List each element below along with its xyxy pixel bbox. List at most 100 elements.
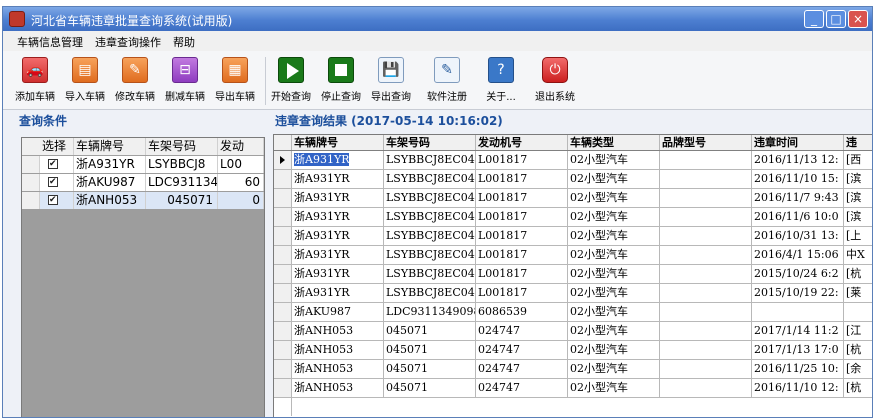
result-location[interactable]: [上 bbox=[844, 227, 872, 245]
result-type[interactable]: 02小型汽车 bbox=[568, 284, 660, 302]
result-plate[interactable]: 浙A931YR bbox=[292, 151, 384, 169]
result-brand[interactable] bbox=[660, 227, 752, 245]
result-plate[interactable]: 浙A931YR bbox=[292, 284, 384, 302]
result-engine[interactable]: L001817 bbox=[476, 189, 568, 207]
result-type[interactable]: 02小型汽车 bbox=[568, 322, 660, 340]
stop-query-button[interactable]: 停止查询 bbox=[319, 55, 363, 107]
result-engine[interactable]: L001817 bbox=[476, 227, 568, 245]
result-type[interactable]: 02小型汽车 bbox=[568, 227, 660, 245]
title-bar[interactable]: 河北省车辆违章批量查询系统(试用版) _ □ × bbox=[3, 7, 872, 31]
col-plate[interactable]: 车辆牌号 bbox=[292, 135, 384, 150]
result-type[interactable]: 02小型汽车 bbox=[568, 151, 660, 169]
result-time[interactable]: 2015/10/19 22: bbox=[752, 284, 844, 302]
menu-query-ops[interactable]: 违章查询操作 bbox=[95, 34, 161, 50]
result-frame[interactable]: LSYBBCJ8EC045 bbox=[384, 151, 476, 169]
col-select[interactable]: 选择 bbox=[40, 138, 74, 155]
result-row[interactable]: 浙A931YR LSYBBCJ8EC045 L001817 02小型汽车 2016/10… bbox=[274, 227, 872, 246]
result-plate[interactable]: 浙A931YR bbox=[292, 170, 384, 188]
result-row[interactable]: 浙A931YR LSYBBCJ8EC045 L001817 02小型汽车 2015/10… bbox=[274, 265, 872, 284]
result-frame[interactable]: LDC93113490988 bbox=[384, 303, 476, 321]
result-frame[interactable]: LSYBBCJ8EC045 bbox=[384, 284, 476, 302]
result-brand[interactable] bbox=[660, 303, 752, 321]
result-type[interactable]: 02小型汽车 bbox=[568, 246, 660, 264]
result-type[interactable]: 02小型汽车 bbox=[568, 303, 660, 321]
result-brand[interactable] bbox=[660, 151, 752, 169]
result-location[interactable]: [杭 bbox=[844, 265, 872, 283]
result-frame[interactable]: LSYBBCJ8EC045 bbox=[384, 208, 476, 226]
results-grid[interactable]: 车辆牌号 车架号码 发动机号 车辆类型 品牌型号 违章时间 违 浙A931YR L… bbox=[273, 134, 872, 417]
result-frame[interactable]: LSYBBCJ8EC045 bbox=[384, 246, 476, 264]
result-time[interactable]: 2016/11/7 9:43 bbox=[752, 189, 844, 207]
result-plate[interactable]: 浙ANH053 bbox=[292, 341, 384, 359]
result-brand[interactable] bbox=[660, 170, 752, 188]
col-engine[interactable]: 发动 bbox=[218, 138, 264, 155]
vehicle-checkbox[interactable] bbox=[40, 156, 74, 173]
result-location[interactable]: [滨 bbox=[844, 189, 872, 207]
result-engine[interactable]: L001817 bbox=[476, 208, 568, 226]
menu-help[interactable]: 帮助 bbox=[173, 34, 195, 50]
about-button[interactable]: ? 关于... bbox=[479, 55, 523, 107]
result-frame[interactable]: 045071 bbox=[384, 379, 476, 397]
col-brand[interactable]: 品牌型号 bbox=[660, 135, 752, 150]
result-type[interactable]: 02小型汽车 bbox=[568, 265, 660, 283]
vehicle-checkbox[interactable] bbox=[40, 174, 74, 191]
result-time[interactable]: 2016/4/1 15:06 bbox=[752, 246, 844, 264]
close-button[interactable]: × bbox=[848, 10, 868, 28]
result-engine[interactable]: 024747 bbox=[476, 379, 568, 397]
register-button[interactable]: ✎ 软件注册 bbox=[423, 55, 471, 107]
add-car-button[interactable]: 🚗 添加车辆 bbox=[13, 55, 57, 107]
result-row[interactable]: 浙A931YR LSYBBCJ8EC045 L001817 02小型汽车 2016/4/… bbox=[274, 246, 872, 265]
result-frame[interactable]: LSYBBCJ8EC045 bbox=[384, 227, 476, 245]
result-row[interactable]: 浙AKU987 LDC931134909886086539 02小型汽车 bbox=[274, 303, 872, 322]
result-row[interactable]: 浙A931YR LSYBBCJ8EC045 L001817 02小型汽车 2016/11… bbox=[274, 208, 872, 227]
result-plate[interactable]: 浙A931YR bbox=[292, 227, 384, 245]
result-row[interactable]: 浙A931YR LSYBBCJ8EC045 L001817 02小型汽车 2016/11… bbox=[274, 151, 872, 170]
col-frame[interactable]: 车架号码 bbox=[146, 138, 218, 155]
delete-car-button[interactable]: ⊟ 删减车辆 bbox=[163, 55, 207, 107]
result-engine[interactable]: L001817 bbox=[476, 284, 568, 302]
result-engine[interactable]: 024747 bbox=[476, 341, 568, 359]
result-engine[interactable]: L001817 bbox=[476, 170, 568, 188]
result-plate[interactable]: 浙AKU987 bbox=[292, 303, 384, 321]
edit-car-button[interactable]: ✎ 修改车辆 bbox=[113, 55, 157, 107]
result-plate[interactable]: 浙A931YR bbox=[292, 189, 384, 207]
result-frame[interactable]: 045071 bbox=[384, 360, 476, 378]
result-type[interactable]: 02小型汽车 bbox=[568, 208, 660, 226]
result-type[interactable]: 02小型汽车 bbox=[568, 189, 660, 207]
col-type[interactable]: 车辆类型 bbox=[568, 135, 660, 150]
result-plate[interactable]: 浙ANH053 bbox=[292, 322, 384, 340]
result-engine[interactable]: L001817 bbox=[476, 246, 568, 264]
result-type[interactable]: 02小型汽车 bbox=[568, 170, 660, 188]
col-plate[interactable]: 车辆牌号 bbox=[74, 138, 146, 155]
result-frame[interactable]: 045071 bbox=[384, 322, 476, 340]
menu-vehicle-info[interactable]: 车辆信息管理 bbox=[17, 34, 83, 50]
exit-button[interactable]: ⏻ 退出系统 bbox=[533, 55, 577, 107]
result-time[interactable] bbox=[752, 303, 844, 321]
result-type[interactable]: 02小型汽车 bbox=[568, 341, 660, 359]
result-brand[interactable] bbox=[660, 341, 752, 359]
result-type[interactable]: 02小型汽车 bbox=[568, 360, 660, 378]
result-location[interactable]: [西 bbox=[844, 151, 872, 169]
maximize-button[interactable]: □ bbox=[826, 10, 846, 28]
vehicle-checkbox[interactable] bbox=[40, 192, 74, 209]
result-brand[interactable] bbox=[660, 246, 752, 264]
result-brand[interactable] bbox=[660, 284, 752, 302]
result-engine[interactable]: 6086539 bbox=[476, 303, 568, 321]
result-plate[interactable]: 浙A931YR bbox=[292, 208, 384, 226]
result-row[interactable]: 浙A931YR LSYBBCJ8EC045 L001817 02小型汽车 2015/10… bbox=[274, 284, 872, 303]
result-frame[interactable]: 045071 bbox=[384, 341, 476, 359]
result-row[interactable]: 浙ANH053 045071 024747 02小型汽车 2016/11/25 10: [… bbox=[274, 360, 872, 379]
vehicle-row[interactable]: 浙AKU987 LDC931134 60 bbox=[22, 174, 264, 191]
col-location[interactable]: 违 bbox=[844, 135, 872, 150]
result-brand[interactable] bbox=[660, 189, 752, 207]
result-frame[interactable]: LSYBBCJ8EC045 bbox=[384, 170, 476, 188]
result-engine[interactable]: 024747 bbox=[476, 322, 568, 340]
result-location[interactable]: [杭 bbox=[844, 341, 872, 359]
result-location[interactable]: [莱 bbox=[844, 284, 872, 302]
result-row[interactable]: 浙ANH053 045071 024747 02小型汽车 2017/1/13 17:0 [… bbox=[274, 341, 872, 360]
result-row[interactable]: 浙A931YR LSYBBCJ8EC045 L001817 02小型汽车 2016/11… bbox=[274, 189, 872, 208]
result-brand[interactable] bbox=[660, 322, 752, 340]
result-location[interactable]: 中X bbox=[844, 246, 872, 264]
col-frame[interactable]: 车架号码 bbox=[384, 135, 476, 150]
result-plate[interactable]: 浙ANH053 bbox=[292, 360, 384, 378]
